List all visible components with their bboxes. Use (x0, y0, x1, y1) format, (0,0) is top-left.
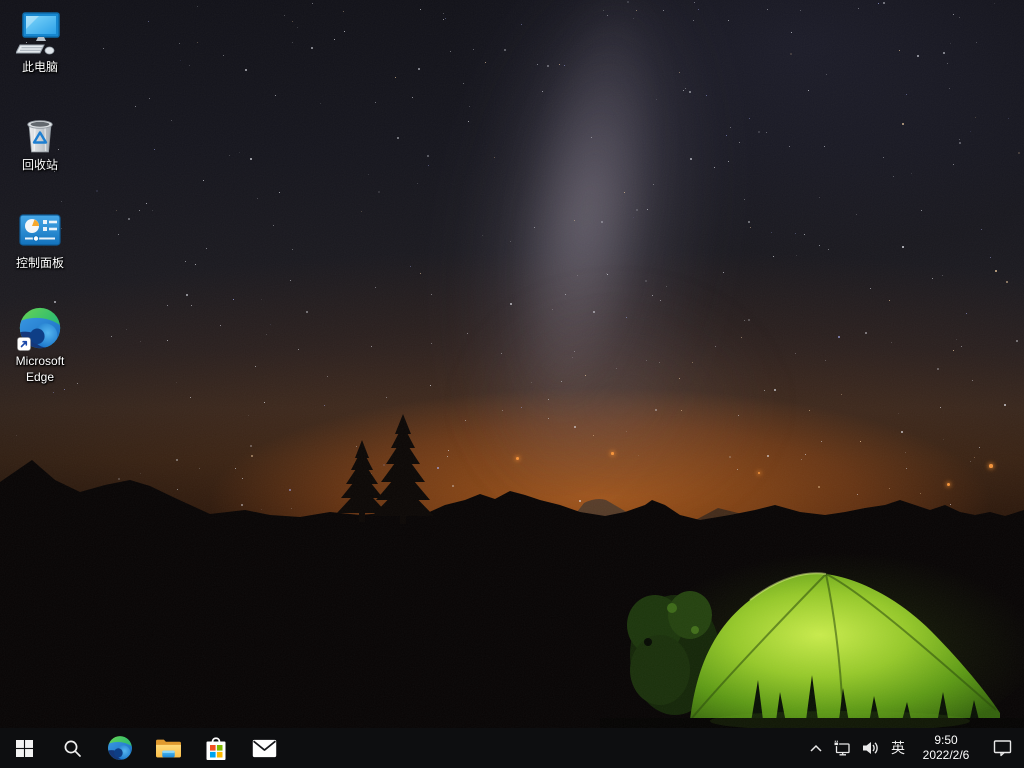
clock-time: 9:50 (934, 733, 957, 748)
desktop-icon-label: 此电脑 (22, 60, 58, 76)
shortcut-arrow-icon (17, 337, 31, 351)
recycle-bin-icon (16, 108, 64, 156)
desktop-icon-control-panel[interactable]: 控制面板 (2, 202, 78, 292)
desktop-icon-microsoft-edge[interactable]: Microsoft Edge (2, 300, 78, 390)
taskbar-edge-button[interactable] (96, 728, 144, 768)
this-pc-icon (16, 10, 64, 58)
store-bag-icon (204, 735, 228, 761)
desktop-icon-label: Microsoft Edge (2, 354, 78, 385)
ime-label: 英 (891, 738, 905, 758)
control-panel-icon (16, 206, 64, 254)
folder-icon (155, 738, 182, 759)
windows-desktop: 此电脑 (0, 0, 1024, 768)
ime-indicator[interactable]: 英 (884, 728, 912, 768)
taskbar-mail-button[interactable] (240, 728, 288, 768)
show-hidden-icons-button[interactable] (804, 728, 828, 768)
taskbar-clock[interactable]: 9:50 2022/2/6 (912, 728, 980, 768)
search-icon (63, 739, 82, 758)
edge-icon (107, 735, 133, 761)
desktop-icon-column: 此电脑 (2, 6, 78, 398)
start-button[interactable] (0, 728, 48, 768)
desktop-icon-label: 控制面板 (16, 256, 64, 272)
action-center-icon (993, 739, 1012, 757)
clock-date: 2022/2/6 (923, 748, 970, 763)
desktop-wallpaper: 此电脑 (0, 0, 1024, 728)
taskbar-file-explorer-button[interactable] (144, 728, 192, 768)
windows-logo-icon (16, 740, 33, 757)
volume-tray-button[interactable] (856, 728, 884, 768)
taskbar-store-button[interactable] (192, 728, 240, 768)
mail-envelope-icon (252, 739, 277, 758)
star-field (0, 0, 1024, 728)
desktop-icon-recycle-bin[interactable]: 回收站 (2, 104, 78, 194)
desktop-icon-label: 回收站 (22, 158, 58, 174)
edge-icon (16, 304, 64, 352)
network-icon (833, 740, 851, 756)
action-center-button[interactable] (980, 728, 1024, 768)
volume-icon (862, 740, 879, 756)
chevron-up-icon (809, 743, 823, 753)
taskbar: 英 9:50 2022/2/6 (0, 728, 1024, 768)
system-tray: 英 9:50 2022/2/6 (804, 728, 1024, 768)
network-tray-button[interactable] (828, 728, 856, 768)
desktop-icon-this-pc[interactable]: 此电脑 (2, 6, 78, 96)
search-button[interactable] (48, 728, 96, 768)
